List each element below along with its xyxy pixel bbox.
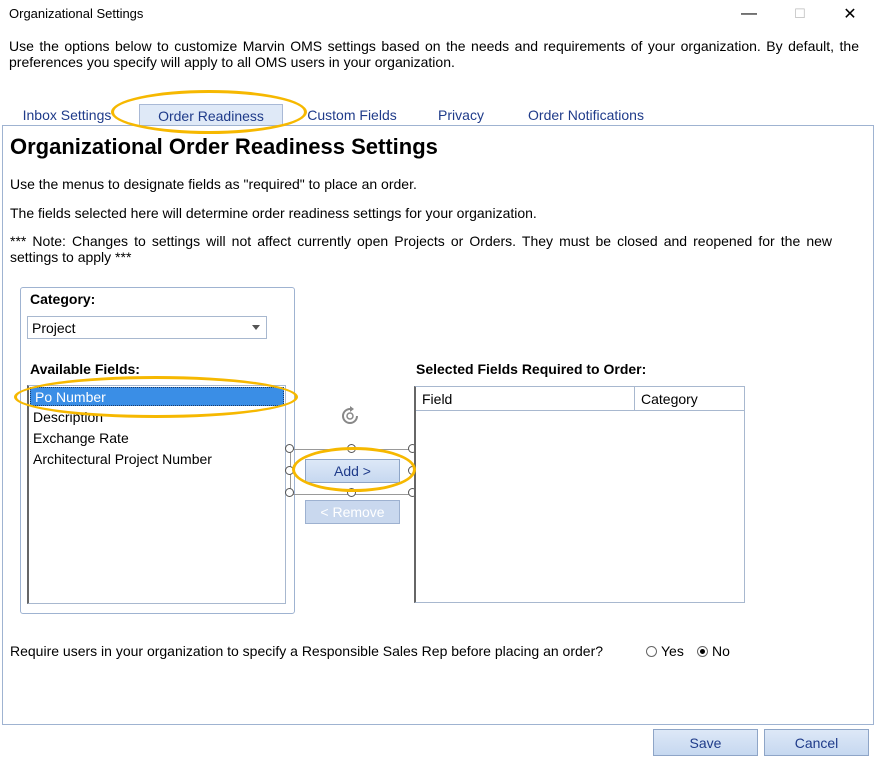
save-button[interactable]: Save bbox=[653, 729, 758, 756]
category-label: Category: bbox=[30, 291, 96, 307]
close-button[interactable]: ✕ bbox=[827, 2, 873, 26]
minimize-button[interactable]: — bbox=[726, 2, 772, 26]
list-item[interactable]: Description bbox=[33, 409, 103, 425]
cancel-button[interactable]: Cancel bbox=[764, 729, 869, 756]
resize-handle[interactable] bbox=[285, 466, 294, 475]
radio-no[interactable]: No bbox=[697, 643, 730, 659]
add-button[interactable]: Add > bbox=[305, 459, 400, 483]
note-text: *** Note: Changes to settings will not a… bbox=[10, 233, 832, 265]
radio-yes[interactable]: Yes bbox=[646, 643, 684, 659]
page-title: Organizational Order Readiness Settings bbox=[10, 134, 438, 159]
available-fields-label: Available Fields: bbox=[30, 361, 140, 377]
radio-no-label: No bbox=[712, 643, 730, 659]
radio-yes-label: Yes bbox=[661, 643, 684, 659]
title-bar: Organizational Settings — ☐ ✕ bbox=[0, 0, 881, 28]
resize-handle[interactable] bbox=[347, 444, 356, 453]
column-header-field[interactable]: Field bbox=[416, 387, 635, 411]
remove-button[interactable]: < Remove bbox=[305, 500, 400, 524]
instruction-line-1: Use the menus to designate fields as "re… bbox=[10, 176, 417, 192]
tab-order-readiness[interactable]: Order Readiness bbox=[139, 104, 283, 126]
list-item[interactable]: Architectural Project Number bbox=[33, 451, 212, 467]
selected-fields-label: Selected Fields Required to Order: bbox=[416, 361, 647, 377]
sales-rep-question: Require users in your organization to sp… bbox=[10, 643, 604, 659]
available-fields-list[interactable]: Po Number Description Exchange Rate Arch… bbox=[27, 385, 286, 604]
intro-text: Use the options below to customize Marvi… bbox=[9, 38, 859, 70]
list-item[interactable]: Po Number bbox=[30, 387, 284, 406]
radio-yes-button[interactable] bbox=[646, 645, 657, 657]
resize-handle[interactable] bbox=[285, 488, 294, 497]
instruction-line-2: The fields selected here will determine … bbox=[10, 205, 537, 221]
tab-privacy[interactable]: Privacy bbox=[426, 104, 496, 125]
tab-order-notifications[interactable]: Order Notifications bbox=[516, 104, 656, 125]
radio-no-button[interactable] bbox=[697, 645, 708, 657]
tab-inbox-settings[interactable]: Inbox Settings bbox=[14, 104, 120, 125]
category-select[interactable]: Project bbox=[27, 316, 267, 339]
rotate-icon[interactable] bbox=[339, 405, 361, 427]
tab-custom-fields[interactable]: Custom Fields bbox=[297, 104, 407, 125]
category-select-value: Project bbox=[32, 319, 76, 336]
list-item[interactable]: Exchange Rate bbox=[33, 430, 129, 446]
resize-handle[interactable] bbox=[347, 488, 356, 497]
chevron-down-icon bbox=[252, 325, 260, 330]
column-header-category[interactable]: Category bbox=[635, 387, 745, 411]
resize-handle[interactable] bbox=[285, 444, 294, 453]
maximize-button[interactable]: ☐ bbox=[777, 2, 823, 26]
window-title: Organizational Settings bbox=[9, 6, 144, 21]
selected-fields-grid[interactable]: Field Category bbox=[414, 386, 745, 603]
